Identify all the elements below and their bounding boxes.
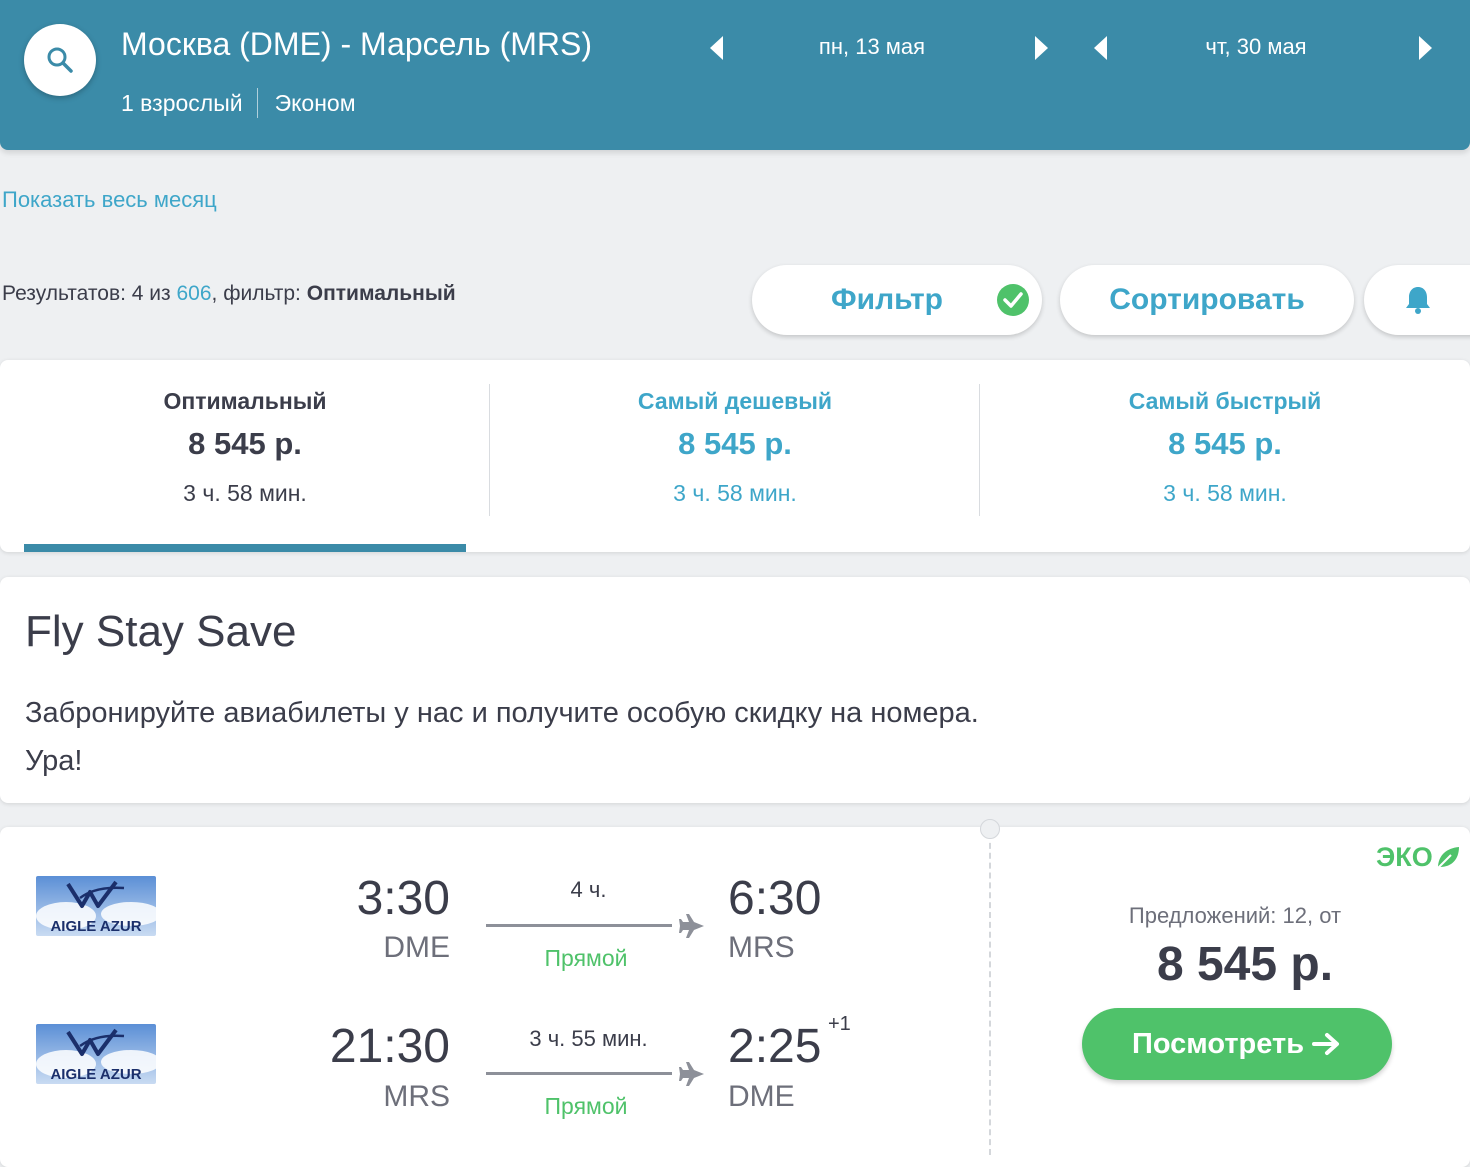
cabin-class-label: Эконом bbox=[274, 89, 356, 116]
arrival-airport: DME bbox=[728, 1080, 795, 1113]
offers-count: Предложений: 12, от bbox=[1128, 903, 1342, 928]
airline-logo: AIGLE AZUR bbox=[36, 1024, 156, 1084]
route-title[interactable]: Москва (DME) - Марсель (MRS) bbox=[121, 26, 592, 63]
tab-cheapest[interactable]: Самый дешевый 8 545 р. 3 ч. 58 мин. bbox=[490, 360, 980, 552]
tab-duration: 3 ч. 58 мин. bbox=[183, 480, 307, 506]
sort-button-label: Сортировать bbox=[1109, 283, 1305, 316]
tab-fastest[interactable]: Самый быстрый 8 545 р. 3 ч. 58 мин. bbox=[980, 360, 1470, 552]
sort-button[interactable]: Сортировать bbox=[1060, 265, 1354, 335]
flight-duration: 4 ч. bbox=[570, 877, 607, 902]
tab-price: 8 545 р. bbox=[678, 426, 792, 461]
flight-duration: 3 ч. 55 мин. bbox=[529, 1026, 648, 1051]
promo-title: Fly Stay Save bbox=[25, 607, 297, 656]
active-tab-indicator bbox=[24, 544, 466, 552]
triangle-left-icon bbox=[1094, 36, 1107, 60]
results-total-link[interactable]: 606 bbox=[176, 282, 211, 305]
tab-duration: 3 ч. 58 мин. bbox=[1163, 480, 1287, 506]
results-prefix: Результатов: 4 из bbox=[2, 282, 177, 305]
tab-optimal[interactable]: Оптимальный 8 545 р. 3 ч. 58 мин. bbox=[0, 360, 490, 552]
eco-label: ЭКО bbox=[1376, 842, 1433, 872]
search-button[interactable] bbox=[24, 24, 96, 96]
search-header: Москва (DME) - Марсель (MRS) 1 взрослый … bbox=[0, 0, 1470, 150]
arrow-right-icon bbox=[1312, 1033, 1340, 1055]
depart-prev-day-button[interactable] bbox=[702, 30, 732, 66]
triangle-right-icon bbox=[1419, 36, 1432, 60]
airline-name: AIGLE AZUR bbox=[50, 1066, 142, 1083]
airline-logo: AIGLE AZUR bbox=[36, 876, 156, 936]
results-filter-value: Оптимальный bbox=[306, 282, 456, 305]
promo-banner[interactable]: Fly Stay Save Забронируйте авиабилеты у … bbox=[0, 577, 1470, 803]
ticket-notch-top bbox=[980, 819, 1000, 839]
airplane-icon bbox=[679, 914, 704, 938]
divider bbox=[256, 88, 258, 118]
passengers-label: 1 взрослый bbox=[121, 89, 243, 116]
ticket-price: 8 545 р. bbox=[1156, 938, 1334, 991]
flight-result-card[interactable]: AIGLE AZUR 3:30 DME 4 ч. Прямой 6:30 MRS… bbox=[0, 819, 1470, 1167]
stops-label: Прямой bbox=[544, 1093, 628, 1119]
triangle-right-icon bbox=[1035, 36, 1048, 60]
results-filter-label: , фильтр: bbox=[211, 282, 307, 305]
tab-label: Самый дешевый bbox=[637, 388, 833, 414]
flight-line bbox=[486, 924, 672, 927]
check-circle-icon bbox=[997, 284, 1029, 316]
next-day-indicator: +1 bbox=[828, 1013, 851, 1035]
search-icon bbox=[47, 47, 73, 73]
tab-price: 8 545 р. bbox=[1168, 426, 1282, 461]
trip-details[interactable]: 1 взрослый Эконом bbox=[121, 88, 356, 118]
airplane-icon bbox=[679, 1062, 704, 1086]
departure-airport: DME bbox=[383, 931, 450, 964]
show-month-link[interactable]: Показать весь месяц bbox=[2, 187, 217, 213]
ticket-divider bbox=[989, 833, 991, 1155]
stops-label: Прямой bbox=[544, 945, 628, 971]
flight-line bbox=[486, 1072, 672, 1075]
tab-duration: 3 ч. 58 мин. bbox=[673, 480, 797, 506]
arrival-airport: MRS bbox=[728, 931, 795, 964]
return-date[interactable]: чт, 30 мая bbox=[1124, 34, 1388, 60]
eco-badge: ЭКО bbox=[1376, 842, 1461, 873]
view-offer-label: Посмотреть bbox=[1131, 1027, 1305, 1060]
depart-date[interactable]: пн, 13 мая bbox=[740, 34, 1004, 60]
depart-next-day-button[interactable] bbox=[1026, 30, 1056, 66]
departure-time: 21:30 bbox=[329, 1020, 450, 1073]
sort-tabs: Оптимальный 8 545 р. 3 ч. 58 мин. Самый … bbox=[0, 360, 1470, 552]
tab-label: Самый быстрый bbox=[1128, 388, 1322, 414]
arrival-time: 2:25 bbox=[728, 1020, 822, 1073]
promo-text: Забронируйте авиабилеты у нас и получите… bbox=[25, 697, 979, 777]
airline-name: AIGLE AZUR bbox=[50, 918, 142, 935]
view-offer-button[interactable]: Посмотреть bbox=[1082, 1008, 1392, 1080]
results-summary: Результатов: 4 из 606, фильтр: Оптимальн… bbox=[2, 282, 456, 306]
tab-price: 8 545 р. bbox=[188, 426, 302, 461]
arrival-time: 6:30 bbox=[728, 872, 822, 925]
bell-icon bbox=[1406, 287, 1430, 314]
triangle-left-icon bbox=[710, 36, 723, 60]
return-prev-day-button[interactable] bbox=[1086, 30, 1116, 66]
departure-airport: MRS bbox=[383, 1080, 450, 1113]
filter-button-label: Фильтр bbox=[831, 283, 943, 316]
departure-time: 3:30 bbox=[356, 872, 450, 925]
filter-button[interactable]: Фильтр bbox=[752, 265, 1042, 335]
price-alert-button[interactable] bbox=[1364, 265, 1470, 335]
tab-label: Оптимальный bbox=[163, 388, 327, 414]
return-next-day-button[interactable] bbox=[1410, 30, 1440, 66]
leaf-icon bbox=[1436, 846, 1459, 869]
